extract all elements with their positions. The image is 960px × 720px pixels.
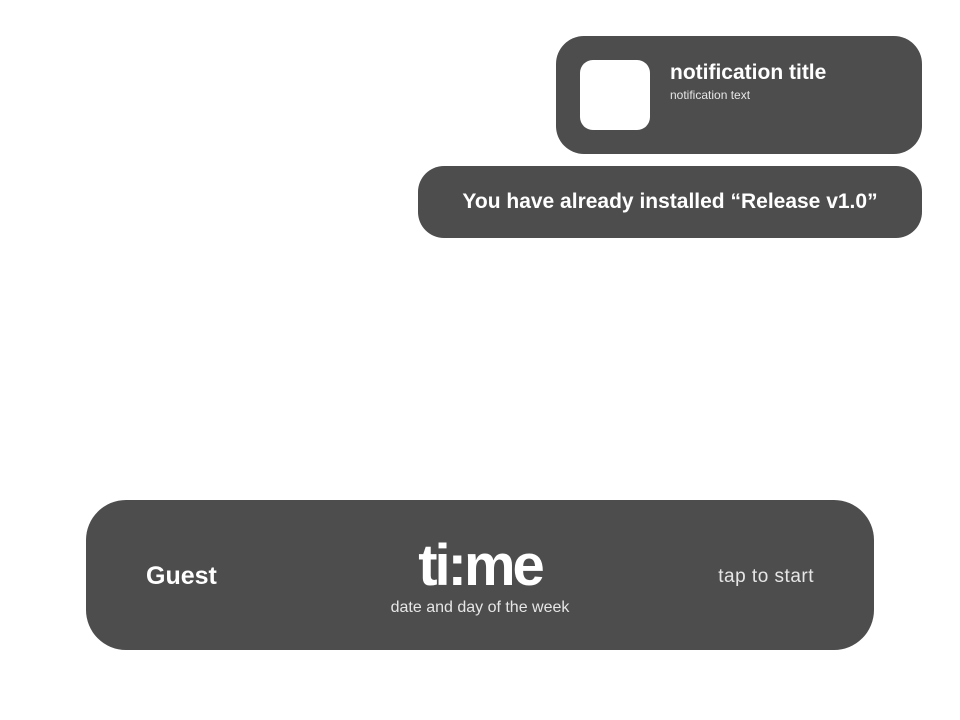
toast-message: You have already installed “Release v1.0… (462, 190, 878, 213)
lock-screen-bar[interactable]: Guest ti:me date and day of the week tap… (86, 500, 874, 650)
install-toast: You have already installed “Release v1.0… (418, 166, 922, 238)
app-icon (580, 60, 650, 130)
screen: notification title notification text You… (0, 0, 960, 720)
notification-text: notification text (670, 88, 751, 102)
user-name[interactable]: Guest (146, 562, 217, 591)
notification-card[interactable]: notification title notification text (556, 36, 922, 154)
tap-to-start-label[interactable]: tap to start (718, 566, 814, 588)
clock-time: ti:me (418, 533, 545, 598)
clock-date: date and day of the week (390, 599, 570, 616)
notification-title: notification title (670, 61, 827, 84)
